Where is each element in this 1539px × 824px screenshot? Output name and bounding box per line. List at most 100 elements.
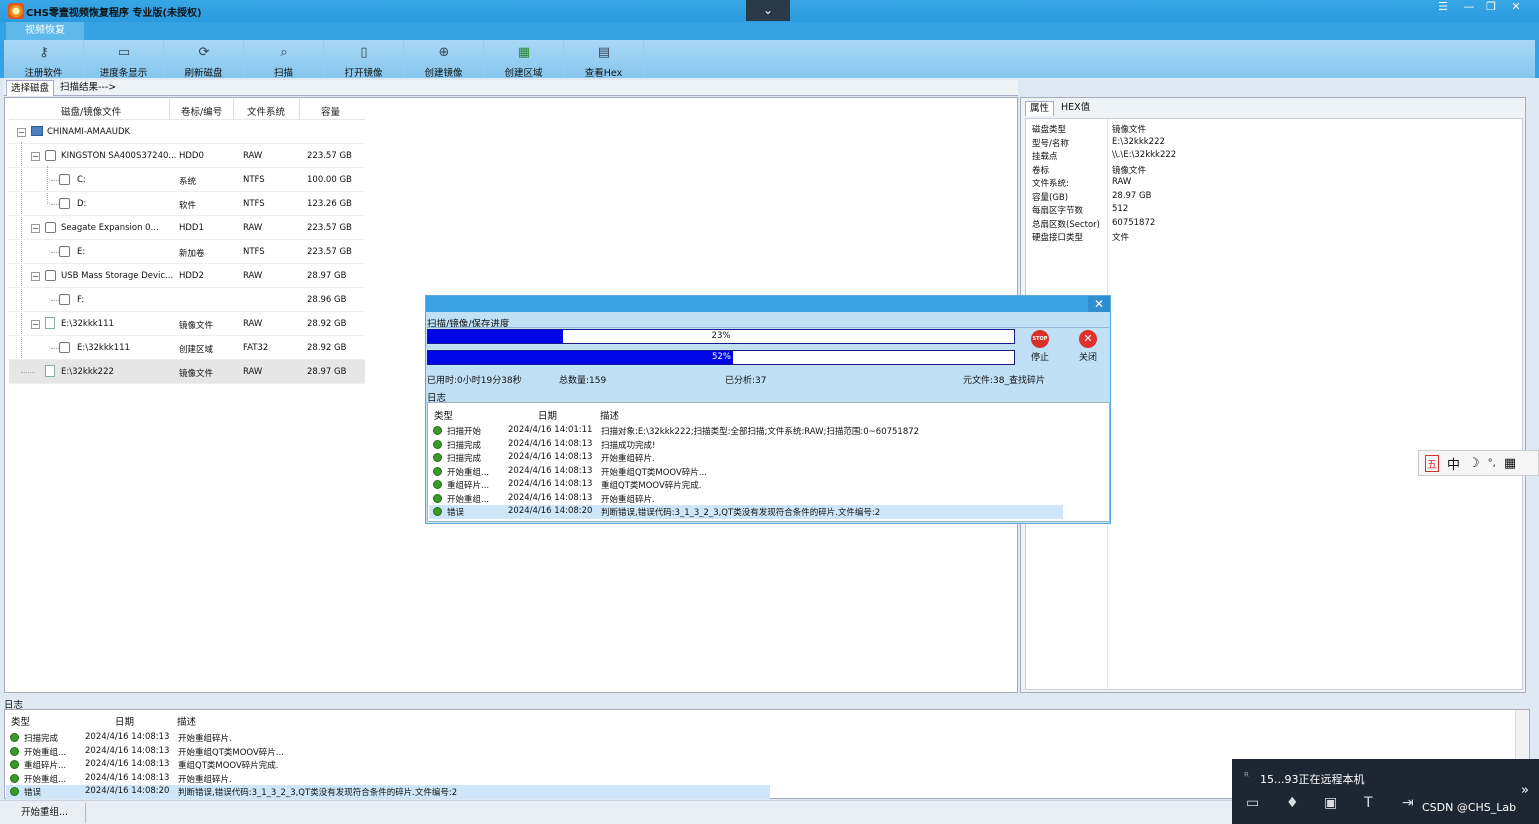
log-row[interactable]: 扫描完成 2024/4/16 14:08:13 开始重组碎片. <box>6 731 770 745</box>
progress-bar-2: 52% <box>427 350 1015 365</box>
tree-row[interactable]: E:\32kkk111 创建区域 FAT32 28.92 GB <box>9 336 365 360</box>
tree-row-selected[interactable]: E:\32kkk222 镜像文件 RAW 28.97 GB <box>9 360 365 384</box>
col-disk[interactable]: 磁盘/镜像文件 <box>61 104 121 118</box>
halfwidth-icon[interactable]: ☽ <box>1468 456 1480 471</box>
log-row[interactable]: 开始重组... 2024/4/16 14:08:13 开始重组碎片. <box>6 772 770 786</box>
log-col-date[interactable]: 日期 <box>115 714 134 728</box>
view-hex-button[interactable]: ▤ 查看Hex <box>564 40 644 79</box>
row-checkbox[interactable] <box>59 198 70 209</box>
text-icon[interactable]: T <box>1364 795 1373 811</box>
tree-row[interactable]: − Seagate Expansion 0... HDD1 RAW 223.57… <box>9 216 365 240</box>
chinese-mode-icon[interactable]: 中 <box>1447 454 1460 473</box>
ribbon-tab-video-recovery[interactable]: 视频恢复 <box>6 22 84 40</box>
row-checkbox[interactable] <box>59 246 70 257</box>
property-row: 磁盘类型 镜像文件 <box>1032 125 1147 135</box>
title-bar: CHS零壹视频恢复程序 专业版(未授权) ⌄ ☰ — ❐ ✕ <box>0 0 1539 22</box>
property-row: 总扇区数(Sector) 60751872 <box>1032 217 1156 230</box>
log-row-selected[interactable]: 错误 2024/4/16 14:08:20 判断错误,错误代码:3_1_3_2_3,… <box>429 505 1063 519</box>
collapse-toggle[interactable]: − <box>31 152 40 161</box>
row-checkbox[interactable] <box>45 222 56 233</box>
log-row[interactable]: 开始重组... 2024/4/16 14:08:13 开始重组QT类MOOV碎片..… <box>6 745 770 759</box>
mic-icon[interactable]: ♦ <box>1286 795 1299 811</box>
create-region-button[interactable]: ▦ 创建区域 <box>484 40 564 79</box>
scan-stats: 已用时:0小时19分38秒 总数量:159 已分析:37 元文件:38_查找碎片 <box>427 371 1109 387</box>
progress-display-button[interactable]: ▭ 进度条显示 <box>84 40 164 79</box>
chat-icon[interactable]: ▭ <box>1246 795 1259 811</box>
tab-hex-value[interactable]: HEX值 <box>1057 101 1094 116</box>
log-col-desc[interactable]: 描述 <box>600 408 619 422</box>
log-col-date[interactable]: 日期 <box>538 408 557 422</box>
remote-status: 15...93正在远程本机 <box>1260 773 1365 786</box>
tree-row[interactable]: − USB Mass Storage Devic... HDD2 RAW 28.… <box>9 264 365 288</box>
collapse-toggle[interactable]: − <box>31 320 40 329</box>
toolbar: ⚷ 注册软件 ▭ 进度条显示 ⟳ 刷新磁盘 ⌕ 扫描 ▯ 打开镜像 ⊕ 创建镜像 ▦ 创建区域… <box>4 40 1535 79</box>
ime-toolbar[interactable]: 五 中 ☽ °, ▦ <box>1418 450 1539 476</box>
register-button[interactable]: ⚷ 注册软件 <box>4 40 84 79</box>
close-button[interactable]: ✕ 关闭 <box>1068 330 1108 363</box>
collapse-toggle[interactable]: − <box>31 224 40 233</box>
main-tabs: 选择磁盘 扫描结果---> <box>4 80 1018 96</box>
log-col-type[interactable]: 类型 <box>434 408 453 422</box>
keyboard-icon[interactable]: ▦ <box>1504 456 1516 471</box>
close-window-button[interactable]: ✕ <box>1505 0 1527 16</box>
scan-button[interactable]: ⌕ 扫描 <box>244 40 324 79</box>
status-text: 开始重组... <box>4 803 86 823</box>
create-image-button[interactable]: ⊕ 创建镜像 <box>404 40 484 79</box>
disk-refresh-icon: ⟳ <box>198 44 210 60</box>
collapse-toggle[interactable]: − <box>31 272 40 281</box>
log-row[interactable]: 重组碎片... 2024/4/16 14:08:13 重组QT类MOOV碎片完成. <box>429 478 1063 492</box>
tree-row[interactable]: E: 新加卷 NTFS 223.57 GB <box>9 240 365 264</box>
dialog-close-icon[interactable]: ✕ <box>1088 296 1110 312</box>
col-size[interactable]: 容量 <box>321 104 340 118</box>
expand-icon[interactable]: » <box>1521 783 1529 798</box>
maximize-button[interactable]: ❐ <box>1480 0 1502 16</box>
tree-row[interactable]: D: 软件 NTFS 123.26 GB <box>9 192 365 216</box>
collapse-toggle[interactable]: − <box>17 128 26 137</box>
log-row[interactable]: 扫描开始 2024/4/16 14:01:11 扫描对象:E:\32kkk222;扫… <box>429 424 1063 438</box>
log-row[interactable]: 开始重组... 2024/4/16 14:08:13 开始重组QT类MOOV碎片..… <box>429 465 1063 479</box>
ok-status-icon <box>433 439 442 449</box>
property-row: 硬盘接口类型 文件 <box>1032 233 1130 243</box>
col-label[interactable]: 卷标/编号 <box>181 104 222 118</box>
log-col-type[interactable]: 类型 <box>11 714 30 728</box>
tree-root[interactable]: − CHINAMI-AMAAUDK <box>9 120 365 144</box>
log-row[interactable]: 开始重组... 2024/4/16 14:08:13 开始重组碎片. <box>429 492 1063 506</box>
row-checkbox[interactable] <box>59 174 70 185</box>
tab-select-disk[interactable]: 选择磁盘 <box>6 80 55 96</box>
log-row-selected[interactable]: 错误 2024/4/16 14:08:20 判断错误,错误代码:3_1_3_2_3,… <box>6 785 770 799</box>
punctuation-icon[interactable]: °, <box>1488 458 1496 469</box>
wubi-icon[interactable]: 五 <box>1425 454 1439 472</box>
progress-dialog: ✕ 扫描/镜像/保存进度 23% 52% STOP 停止 ✕ 关闭 已用时:0小… <box>425 295 1111 524</box>
tree-row[interactable]: − KINGSTON SA400S37240... HDD0 RAW 223.5… <box>9 144 365 168</box>
log-row[interactable]: 扫描完成 2024/4/16 14:08:13 开始重组碎片. <box>429 451 1063 465</box>
minimize-button[interactable]: — <box>1458 0 1480 16</box>
refresh-disk-button[interactable]: ⟳ 刷新磁盘 <box>164 40 244 79</box>
open-image-button[interactable]: ▯ 打开镜像 <box>324 40 404 79</box>
tab-properties[interactable]: 属性 <box>1025 101 1055 116</box>
meta-file-status: 元文件:38_查找碎片 <box>963 376 1045 386</box>
log-row[interactable]: 扫描完成 2024/4/16 14:08:13 扫描成功完成! <box>429 438 1063 452</box>
dialog-log-table: 类型 日期 描述 扫描开始 2024/4/16 14:01:11 扫描对象:E:\3… <box>427 402 1110 522</box>
screen-icon[interactable]: ▣ <box>1324 795 1337 811</box>
row-checkbox[interactable] <box>45 150 56 161</box>
collapse-ribbon-button[interactable]: ⌄ <box>746 0 790 21</box>
stop-button[interactable]: STOP 停止 <box>1020 330 1060 363</box>
tree-row[interactable]: − E:\32kkk111 镜像文件 RAW 28.92 GB <box>9 312 365 336</box>
tab-scan-results[interactable]: 扫描结果---> <box>56 80 120 96</box>
scan-icon: ⌕ <box>280 44 288 60</box>
log-col-desc[interactable]: 描述 <box>177 714 196 728</box>
col-fs[interactable]: 文件系统 <box>247 104 285 118</box>
row-checkbox[interactable] <box>59 294 70 305</box>
row-checkbox[interactable] <box>59 342 70 353</box>
property-row: 挂载点 \\.\E:\32kkk222 <box>1032 150 1177 162</box>
menu-button[interactable]: ☰ <box>1432 0 1454 16</box>
tree-row[interactable]: C: 系统 NTFS 100.00 GB <box>9 168 365 192</box>
tree-row[interactable]: F: 28.96 GB <box>9 288 365 312</box>
user-icon: ᴿ <box>1244 770 1249 783</box>
row-checkbox[interactable] <box>45 270 56 281</box>
watermark: CSDN @CHS_Lab <box>1422 801 1517 814</box>
ok-status-icon <box>433 453 442 462</box>
elapsed-time: 已用时:0小时19分38秒 <box>427 376 522 386</box>
exit-icon[interactable]: ⇥ <box>1402 795 1414 811</box>
log-row[interactable]: 重组碎片... 2024/4/16 14:08:13 重组QT类MOOV碎片完成. <box>6 758 770 772</box>
